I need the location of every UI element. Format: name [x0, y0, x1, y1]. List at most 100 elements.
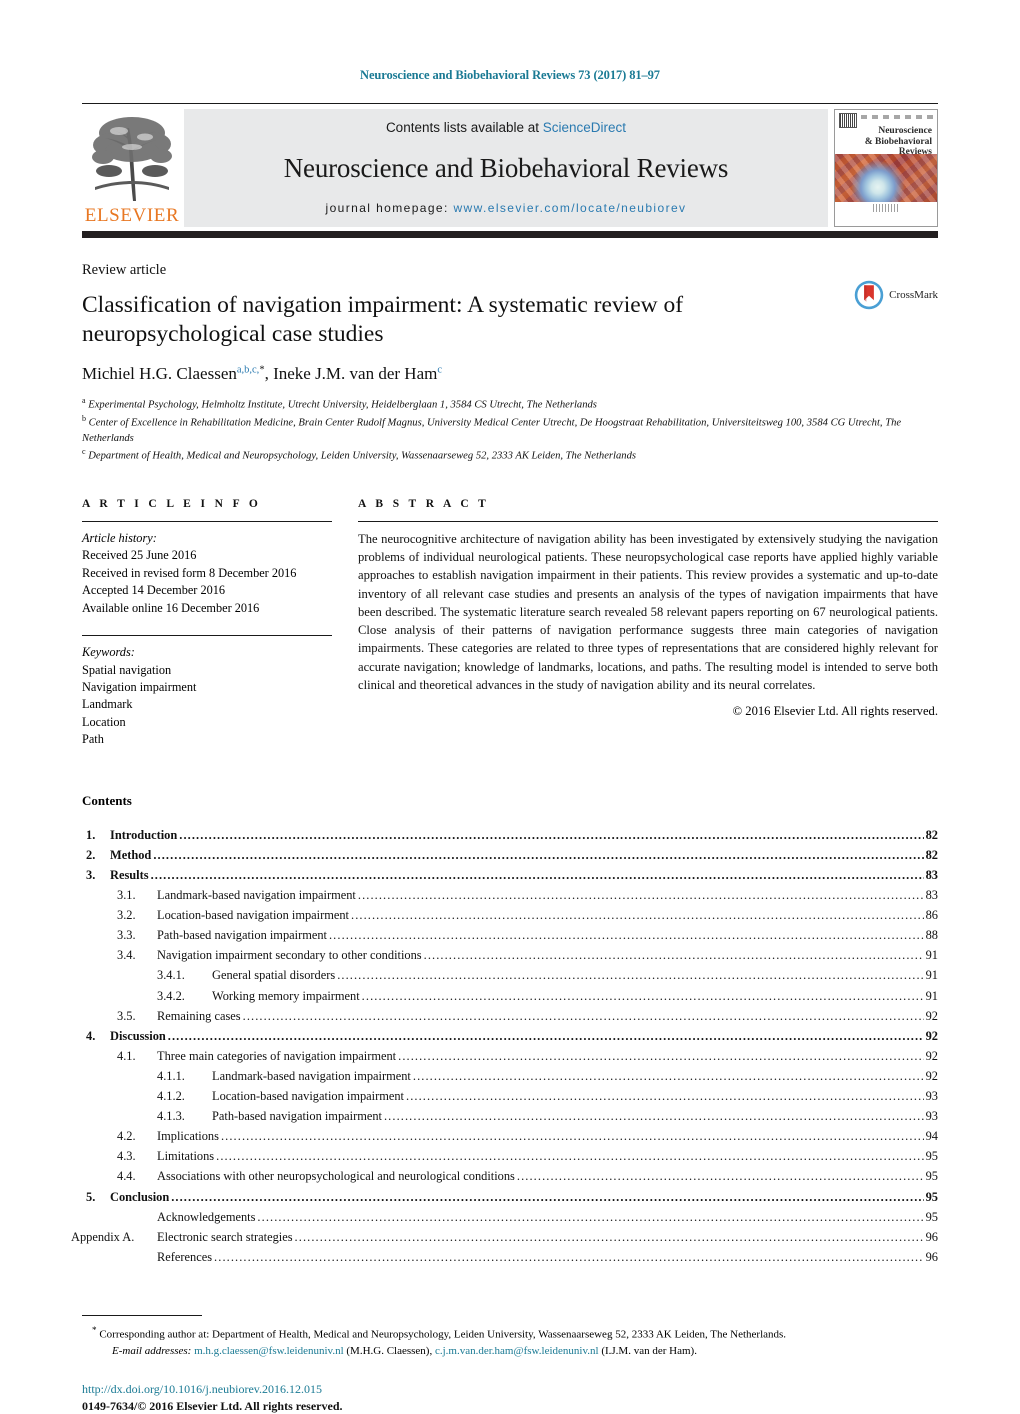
abstract-heading: A B S T R A C T	[358, 497, 490, 510]
toc-leader-dots: ........................................…	[412, 1068, 924, 1083]
toc-leader-dots: ........................................…	[516, 1169, 924, 1184]
toc-entry[interactable]: 4.3. Limitations ........................…	[82, 1146, 938, 1166]
toc-leader-dots: ........................................…	[406, 1089, 924, 1104]
toc-leader-dots: ........................................…	[357, 888, 924, 903]
toc-entry-page: 95	[925, 1169, 938, 1184]
toc-entry[interactable]: 4.1.2. Location-based navigation impairme…	[82, 1086, 938, 1106]
email-link-2[interactable]: c.j.m.van.der.ham@fsw.leidenuniv.nl	[435, 1345, 599, 1357]
toc-leader-dots: ........................................…	[328, 928, 924, 943]
title-block: Review article Classification of navigat…	[82, 262, 938, 464]
toc-entry-page: 96	[925, 1229, 938, 1244]
toc-entry-number: 1.	[86, 827, 96, 842]
toc-entry[interactable]: 3.4.1. General spatial disorders ........…	[82, 965, 938, 985]
toc-entry-page: 92	[925, 1028, 938, 1043]
journal-title: Neuroscience and Biobehavioral Reviews	[283, 152, 729, 183]
toc-leader-dots: ........................................…	[294, 1229, 924, 1244]
toc-entry[interactable]: 4.2. Implications .......................…	[82, 1126, 938, 1146]
history-item: Received in revised form 8 December 2016	[82, 565, 297, 580]
toc-entry-number: 3.4.2.	[157, 988, 185, 1003]
keywords-label: Keywords:	[82, 645, 135, 660]
affiliations-list: a Experimental Psychology, Helmholtz Ins…	[82, 395, 938, 464]
history-item: Received 25 June 2016	[82, 548, 197, 563]
cover-footer-area	[835, 202, 937, 226]
toc-entry-number: 2.	[86, 847, 96, 862]
toc-entry-page: 91	[925, 988, 938, 1003]
toc-leader-dots: ........................................…	[150, 868, 924, 883]
masthead-center-panel: Contents lists available at ScienceDirec…	[184, 109, 828, 227]
toc-entry-page: 92	[925, 1048, 938, 1063]
toc-entry[interactable]: 3.5. Remaining cases ....................…	[82, 1006, 938, 1026]
toc-entry-number: 3.4.1.	[157, 968, 185, 983]
footnote-block: * Corresponding author at: Department of…	[82, 1324, 938, 1360]
toc-entry-label: Location-based navigation impairment	[212, 1089, 404, 1104]
toc-entry[interactable]: 3.1. Landmark-based navigation impairment…	[82, 885, 938, 905]
toc-leader-dots: ........................................…	[337, 968, 923, 983]
toc-entry-page: 92	[925, 1068, 938, 1083]
toc-entry[interactable]: 3.4. Navigation impairment secondary to o…	[82, 945, 938, 965]
sciencedirect-link[interactable]: ScienceDirect	[543, 120, 626, 135]
toc-entry[interactable]: 1. Introduction .........................…	[82, 825, 938, 845]
toc-entry[interactable]: 3. Results ..............................…	[82, 865, 938, 885]
toc-entry[interactable]: References .............................…	[82, 1247, 938, 1267]
toc-entry-label: Three main categories of navigation impa…	[157, 1048, 397, 1063]
toc-entry-page: 96	[925, 1249, 938, 1264]
journal-homepage-url[interactable]: www.elsevier.com/locate/neubiorev	[453, 201, 686, 215]
keyword-item: Path	[82, 732, 104, 747]
toc-entry[interactable]: 3.4.2. Working memory impairment ........…	[82, 986, 938, 1006]
article-history-block: Article history: Received 25 June 2016 R…	[82, 530, 332, 617]
elsevier-logo: ELSEVIER	[82, 109, 182, 227]
cover-footer-mark-icon	[873, 204, 899, 212]
toc-entry[interactable]: 4.1.3. Path-based navigation impairment .…	[82, 1106, 938, 1126]
affiliation-item: a Experimental Psychology, Helmholtz Ins…	[82, 395, 938, 413]
toc-entry[interactable]: Appendix A. Electronic search strategies …	[71, 1227, 938, 1247]
contents-lists-line: Contents lists available at ScienceDirec…	[386, 120, 626, 135]
info-abstract-row: A R T I C L E I N F O Article history: R…	[82, 498, 938, 749]
corresponding-star-mark: *	[92, 1324, 97, 1335]
author-2-affil-marks: c	[437, 364, 443, 376]
toc-entry[interactable]: 2. Method ...............................…	[82, 845, 938, 865]
toc-entry[interactable]: 4.1.1. Landmark-based navigation impairme…	[82, 1066, 938, 1086]
toc-entry-number: 3.4.	[117, 948, 136, 963]
toc-entry[interactable]: 4.4. Associations with other neuropsychol…	[82, 1166, 938, 1186]
toc-entry-number: 4.4.	[117, 1169, 136, 1184]
toc-entry-label: Associations with other neuropsychologic…	[157, 1169, 515, 1184]
journal-cover-thumbnail: Neuroscience & Biobehavioral Reviews	[834, 109, 938, 227]
toc-entry-label: Location-based navigation impairment	[157, 908, 349, 923]
toc-entry-label: Electronic search strategies	[157, 1229, 293, 1244]
issn-copyright-line: 0149-7634/© 2016 Elsevier Ltd. All right…	[82, 1398, 343, 1413]
toc-entry-number: 3.2.	[117, 908, 136, 923]
toc-entry-page: 83	[925, 888, 938, 903]
keyword-item: Location	[82, 714, 126, 729]
author-1-affil-marks: a,b,c,	[236, 364, 260, 376]
toc-entry[interactable]: 4.1. Three main categories of navigation …	[82, 1046, 938, 1066]
crossmark-badge[interactable]: CrossMark	[854, 280, 938, 310]
cover-title-line-1: Neuroscience	[878, 126, 932, 136]
masthead-bottom-bar	[82, 231, 938, 238]
running-head: Neuroscience and Biobehavioral Reviews 7…	[360, 68, 660, 82]
toc-leader-dots: ........................................…	[351, 908, 924, 923]
toc-leader-dots: ........................................…	[167, 1028, 924, 1043]
journal-masthead: ELSEVIER Contents lists available at Sci…	[82, 109, 938, 227]
toc-entry-page: 83	[925, 868, 938, 883]
affiliation-item: b Center of Excellence in Rehabilitation…	[82, 413, 938, 446]
doi-link[interactable]: http://dx.doi.org/10.1016/j.neubiorev.20…	[82, 1382, 938, 1397]
toc-entry[interactable]: 3.3. Path-based navigation impairment ...…	[82, 925, 938, 945]
toc-entry-label: Navigation impairment secondary to other…	[157, 948, 422, 963]
toc-entry[interactable]: 5. Conclusion ...........................…	[82, 1187, 938, 1207]
history-item: Accepted 14 December 2016	[82, 583, 226, 598]
article-info-heading: A R T I C L E I N F O	[82, 497, 262, 510]
contents-heading: Contents	[82, 792, 132, 808]
toc-entry-label: Conclusion	[110, 1189, 170, 1204]
toc-leader-dots: ........................................…	[153, 847, 923, 862]
toc-entry-page: 93	[925, 1109, 938, 1124]
elsevier-tree-icon	[92, 117, 172, 201]
toc-entry[interactable]: Acknowledgements .......................…	[82, 1207, 938, 1227]
toc-entry[interactable]: 3.2. Location-based navigation impairment…	[82, 905, 938, 925]
toc-leader-dots: ........................................…	[423, 948, 924, 963]
history-item: Available online 16 December 2016	[82, 600, 260, 615]
article-info-column: A R T I C L E I N F O Article history: R…	[82, 498, 332, 749]
affiliation-text: Experimental Psychology, Helmholtz Insti…	[88, 399, 597, 411]
email-owner-2: (I.J.M. van der Ham).	[601, 1345, 697, 1358]
email-link-1[interactable]: m.h.g.claessen@fsw.leidenuniv.nl	[194, 1345, 344, 1357]
toc-entry[interactable]: 4. Discussion ...........................…	[82, 1026, 938, 1046]
